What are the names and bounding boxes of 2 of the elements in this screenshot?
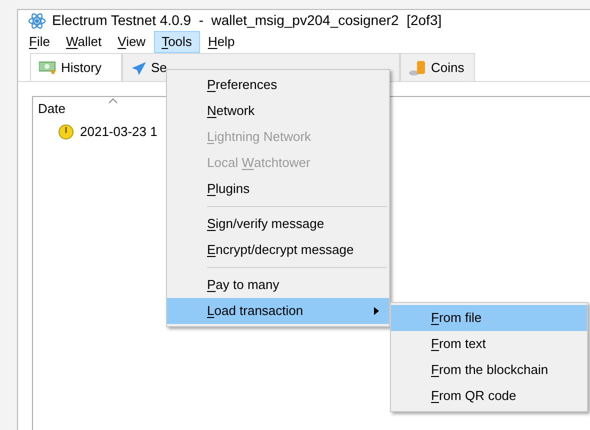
window-title: Electrum Testnet 4.0.9 - wallet_msig_pv204_cosigner2 [2of3] [52, 11, 442, 30]
table-cell-text: 2021-03-23 1 [80, 123, 158, 142]
